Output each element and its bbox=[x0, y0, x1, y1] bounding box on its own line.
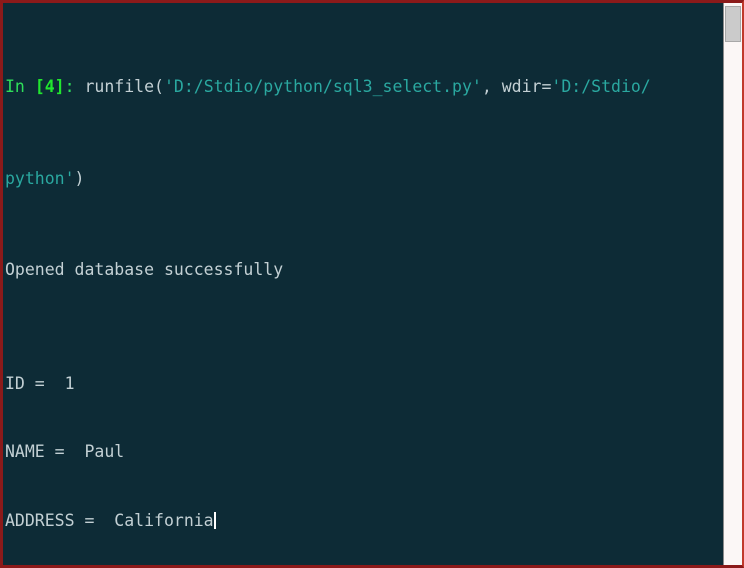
console-line-prompt-wrapped: python') bbox=[5, 168, 720, 191]
label-name: NAME = bbox=[5, 442, 75, 462]
label-id: ID = bbox=[5, 373, 55, 393]
record-1-id-line: ID = 1 bbox=[5, 373, 720, 396]
command-wdir-keyword: wdir= bbox=[501, 77, 552, 97]
record-1-address-line: ADDRESS = California bbox=[5, 510, 720, 533]
command-wdir-string-end: python' bbox=[5, 168, 75, 188]
prompt-execution-number: [4] bbox=[34, 77, 65, 97]
command-runfile-call: runfile( bbox=[74, 77, 164, 97]
ipython-console-window: In [4]: runfile('D:/Stdio/python/sql3_se… bbox=[0, 0, 744, 568]
record-1-address-value: California bbox=[104, 510, 214, 530]
text-cursor-caret bbox=[213, 511, 216, 529]
command-close-paren: ) bbox=[74, 168, 85, 188]
record-1-name-value: Paul bbox=[74, 442, 125, 462]
command-argument-separator: , bbox=[481, 77, 502, 97]
console-line-prompt: In [4]: runfile('D:/Stdio/python/sql3_se… bbox=[5, 76, 720, 99]
output-opened-database: Opened database successfully bbox=[5, 259, 284, 279]
vertical-scrollbar[interactable] bbox=[723, 3, 742, 565]
scrollbar-track[interactable] bbox=[724, 3, 742, 565]
command-wdir-string-start: 'D:/Stdio/ bbox=[551, 77, 651, 97]
prompt-colon: : bbox=[64, 77, 75, 97]
label-address: ADDRESS = bbox=[5, 510, 105, 530]
record-1-name-line: NAME = Paul bbox=[5, 441, 720, 464]
console-output-area[interactable]: In [4]: runfile('D:/Stdio/python/sql3_se… bbox=[3, 3, 720, 565]
record-1-id-value: 1 bbox=[54, 373, 75, 393]
prompt-in-label: In bbox=[5, 77, 35, 97]
scrollbar-thumb[interactable] bbox=[725, 6, 741, 42]
command-script-path-string: 'D:/Stdio/python/sql3_select.py' bbox=[163, 77, 482, 97]
console-line-opened-database: Opened database successfully bbox=[5, 259, 720, 282]
